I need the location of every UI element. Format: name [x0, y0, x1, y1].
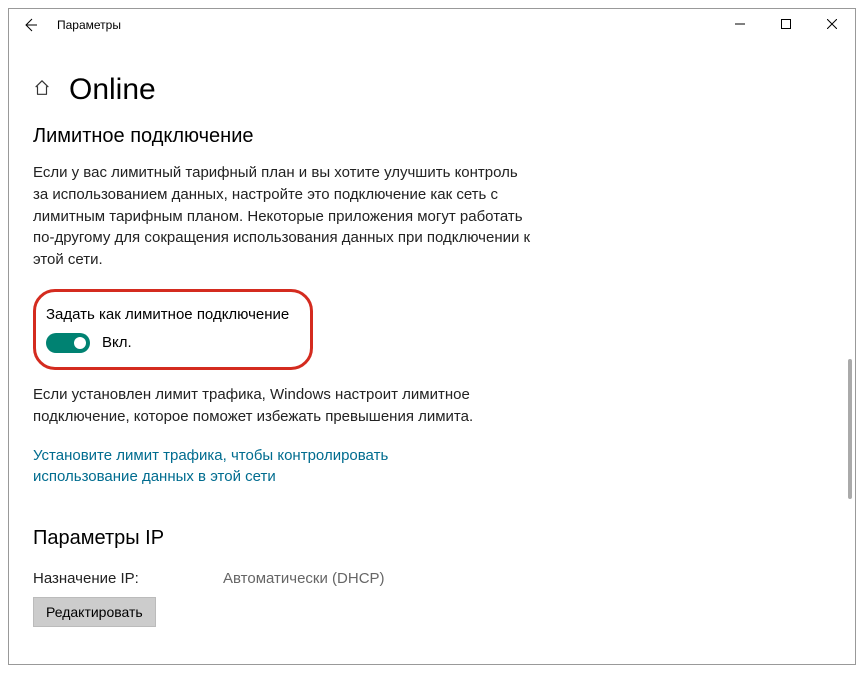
metered-description: Если у вас лимитный тарифный план и вы х…	[33, 162, 533, 271]
limit-note: Если установлен лимит трафика, Windows н…	[33, 384, 533, 428]
page-title: Online	[69, 73, 156, 107]
back-button[interactable]	[15, 10, 45, 40]
minimize-button[interactable]	[717, 9, 763, 39]
home-icon[interactable]	[33, 79, 51, 102]
titlebar: Параметры	[9, 9, 855, 41]
ip-assignment-label: Назначение IP:	[33, 570, 223, 587]
toggle-knob	[74, 337, 86, 349]
metered-toggle[interactable]	[46, 333, 90, 353]
ip-assignment-value: Автоматически (DHCP)	[223, 570, 385, 587]
set-data-limit-link[interactable]: Установите лимит трафика, чтобы контроли…	[33, 445, 493, 487]
settings-window: Параметры Online Лимитное подключение Ес…	[8, 8, 856, 665]
toggle-row: Вкл.	[46, 333, 290, 353]
maximize-button[interactable]	[763, 9, 809, 39]
toggle-state-text: Вкл.	[102, 334, 132, 351]
window-title: Параметры	[57, 18, 121, 32]
metered-toggle-label: Задать как лимитное подключение	[46, 306, 290, 323]
ip-heading: Параметры IP	[33, 527, 831, 550]
window-controls	[717, 9, 855, 39]
close-button[interactable]	[809, 9, 855, 39]
content-area: Online Лимитное подключение Если у вас л…	[9, 41, 855, 664]
page-header: Online	[33, 73, 831, 107]
ip-assignment-row: Назначение IP: Автоматически (DHCP)	[33, 570, 831, 587]
scrollbar-thumb[interactable]	[848, 359, 852, 499]
highlight-annotation: Задать как лимитное подключение Вкл.	[33, 289, 313, 370]
metered-heading: Лимитное подключение	[33, 125, 831, 148]
edit-ip-button[interactable]: Редактировать	[33, 597, 156, 627]
